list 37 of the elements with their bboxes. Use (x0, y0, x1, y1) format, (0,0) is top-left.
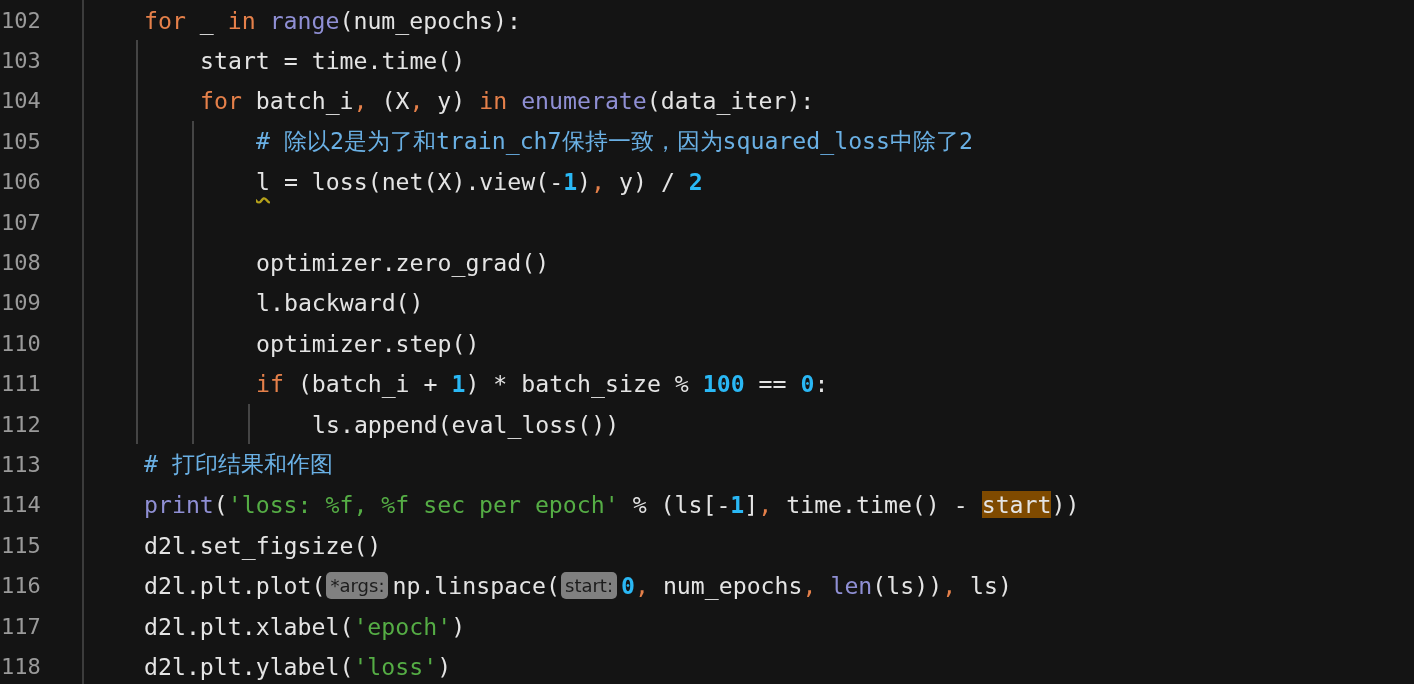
line-number: 105 (0, 128, 41, 154)
line-number: 108 (0, 250, 41, 276)
line-number: 116 (0, 573, 41, 599)
code-text: # 打印结果和作图 (144, 449, 333, 479)
line-number: 112 (0, 411, 41, 437)
code-text: for batch_i, (X, y) in enumerate(data_iter): (200, 87, 815, 115)
inlay-hint: start: (561, 572, 617, 600)
line-number: 103 (0, 48, 41, 74)
line-number: 104 (0, 88, 41, 114)
code-text: 0, num_epochs, len(ls)), ls) (621, 572, 1012, 600)
code-text: # 除以2是为了和train_ch7保持一致，因为squared_loss中除了2 (256, 125, 973, 157)
line-number: 102 (0, 7, 41, 33)
line-number: 114 (0, 492, 41, 518)
code-text: d2l.plt.ylabel('loss') (144, 652, 452, 680)
code-text: d2l.plt.plot( (144, 572, 326, 600)
line-number: 109 (0, 290, 41, 316)
code-text: start = time.time() (200, 47, 466, 75)
code-text: l.backward() (256, 289, 424, 317)
code-text: d2l.set_figsize() (144, 531, 382, 559)
code-text: optimizer.zero_grad() (256, 249, 550, 277)
line-number: 111 (0, 371, 41, 397)
line-number: 115 (0, 532, 41, 558)
code-text: ls.append(eval_loss()) (312, 410, 620, 438)
line-number: 106 (0, 169, 41, 195)
code-text: print('loss: %f, %f sec per epoch' % (ls[-1], time.time() - start)) (144, 491, 1080, 519)
code-text: if (batch_i + 1) * batch_size % 100 == 0: (256, 370, 829, 398)
line-number: 113 (0, 452, 41, 477)
code-text: d2l.plt.xlabel('epoch') (144, 612, 466, 640)
line-number: 107 (0, 209, 41, 235)
code-text: optimizer.step() (256, 329, 480, 357)
line-number: 110 (0, 330, 41, 356)
line-number: 117 (0, 613, 41, 639)
code-text: for _ in range(num_epochs): (144, 6, 521, 34)
line-number: 118 (0, 653, 41, 679)
inlay-hint: *args: (326, 572, 389, 600)
code-text: l = loss(net(X).view(-1), y) / 2 (256, 168, 703, 196)
code-text: np.linspace( (392, 572, 560, 600)
